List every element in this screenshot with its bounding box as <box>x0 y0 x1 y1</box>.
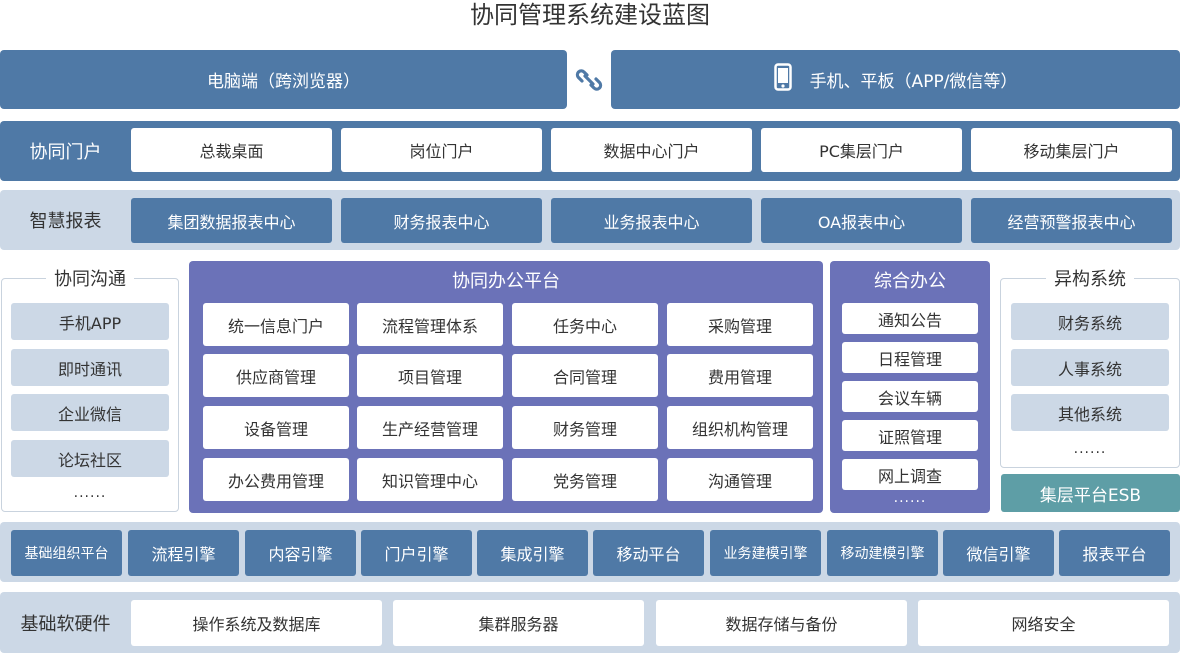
office-item-finance[interactable]: 财务管理 <box>512 406 658 449</box>
office-item-task-center[interactable]: 任务中心 <box>512 303 658 346</box>
office-item-production[interactable]: 生产经营管理 <box>357 406 503 449</box>
report-item-finance[interactable]: 财务报表中心 <box>341 198 542 243</box>
report-item-oa[interactable]: OA报表中心 <box>761 198 962 243</box>
office-item-knowledge[interactable]: 知识管理中心 <box>357 458 503 501</box>
office-item-unified-portal[interactable]: 统一信息门户 <box>203 303 349 346</box>
heterogeneous-title-wrap: 异构系统 <box>1000 265 1180 291</box>
comm-item-wecom[interactable]: 企业微信 <box>11 394 169 431</box>
portal-item-mobile-integrated[interactable]: 移动集层门户 <box>971 128 1172 172</box>
hetero-item-finance[interactable]: 财务系统 <box>1011 303 1169 340</box>
office-item-contract[interactable]: 合同管理 <box>512 354 658 397</box>
portal-item-data-center[interactable]: 数据中心门户 <box>551 128 752 172</box>
general-more: ...... <box>893 490 927 506</box>
link-icon <box>572 64 606 96</box>
pc-endpoint-label: 电脑端（跨浏览器） <box>207 72 360 92</box>
phone-icon <box>773 63 792 96</box>
office-item-party-affairs[interactable]: 党务管理 <box>512 458 658 501</box>
office-platform-title: 协同办公平台 <box>452 271 560 292</box>
hetero-item-other[interactable]: 其他系统 <box>1011 394 1169 431</box>
office-item-supplier[interactable]: 供应商管理 <box>203 354 349 397</box>
general-item-license[interactable]: 证照管理 <box>842 420 978 451</box>
reports-row-label: 智慧报表 <box>29 211 102 232</box>
portal-row-label: 协同门户 <box>29 142 102 163</box>
engine-wechat[interactable]: 微信引擎 <box>943 530 1054 576</box>
office-item-procurement[interactable]: 采购管理 <box>667 303 813 346</box>
engine-mobile-platform[interactable]: 移动平台 <box>593 530 704 576</box>
report-item-group-data[interactable]: 集团数据报表中心 <box>131 198 332 243</box>
general-item-meeting-vehicle[interactable]: 会议车辆 <box>842 381 978 412</box>
engine-process[interactable]: 流程引擎 <box>128 530 239 576</box>
office-item-process-system[interactable]: 流程管理体系 <box>357 303 503 346</box>
engine-basic-org[interactable]: 基础组织平台 <box>11 530 122 576</box>
engine-business-modeling[interactable]: 业务建模引擎 <box>710 530 821 576</box>
general-item-survey[interactable]: 网上调查 <box>842 459 978 490</box>
portal-item-position[interactable]: 岗位门户 <box>341 128 542 172</box>
office-item-equipment[interactable]: 设备管理 <box>203 406 349 449</box>
report-item-business[interactable]: 业务报表中心 <box>551 198 752 243</box>
heterogeneous-title: 异构系统 <box>1046 265 1134 291</box>
infra-item-storage-backup[interactable]: 数据存储与备份 <box>656 600 907 646</box>
engine-content[interactable]: 内容引擎 <box>245 530 356 576</box>
infra-item-network-security[interactable]: 网络安全 <box>918 600 1169 646</box>
engine-integration[interactable]: 集成引擎 <box>477 530 588 576</box>
communication-title-wrap: 协同沟通 <box>0 265 180 291</box>
general-item-schedule[interactable]: 日程管理 <box>842 342 978 373</box>
office-item-office-expense[interactable]: 办公费用管理 <box>203 458 349 501</box>
comm-item-forum[interactable]: 论坛社区 <box>11 440 169 477</box>
infra-item-os-database[interactable]: 操作系统及数据库 <box>131 600 382 646</box>
infra-item-cluster-servers[interactable]: 集群服务器 <box>393 600 644 646</box>
engine-portal[interactable]: 门户引擎 <box>361 530 472 576</box>
engine-mobile-modeling[interactable]: 移动建模引擎 <box>827 530 938 576</box>
general-item-notice[interactable]: 通知公告 <box>842 303 978 334</box>
comm-item-mobile-app[interactable]: 手机APP <box>11 303 169 340</box>
mobile-endpoint-bar: 手机、平板（APP/微信等） <box>611 50 1180 109</box>
comm-more: ...... <box>73 485 107 501</box>
pc-endpoint-bar: 电脑端（跨浏览器） <box>0 50 567 109</box>
page-title: 协同管理系统建设蓝图 <box>470 1 710 29</box>
office-item-organization[interactable]: 组织机构管理 <box>667 406 813 449</box>
portal-item-pc-integrated[interactable]: PC集层门户 <box>761 128 962 172</box>
engine-report-platform[interactable]: 报表平台 <box>1059 530 1170 576</box>
communication-title: 协同沟通 <box>46 265 134 291</box>
comm-item-instant-messaging[interactable]: 即时通讯 <box>11 349 169 386</box>
hetero-item-hr[interactable]: 人事系统 <box>1011 349 1169 386</box>
infrastructure-row-label: 基础软硬件 <box>20 613 111 635</box>
office-item-project[interactable]: 项目管理 <box>357 354 503 397</box>
report-item-operation-alert[interactable]: 经营预警报表中心 <box>971 198 1172 243</box>
esb-platform[interactable]: 集层平台ESB <box>1001 474 1180 512</box>
general-office-title: 综合办公 <box>874 271 946 292</box>
office-item-expense[interactable]: 费用管理 <box>667 354 813 397</box>
portal-item-ceo-desktop[interactable]: 总裁桌面 <box>131 128 332 172</box>
hetero-more: ...... <box>1073 441 1107 457</box>
mobile-endpoint-label: 手机、平板（APP/微信等） <box>809 72 1018 92</box>
office-item-communication[interactable]: 沟通管理 <box>667 458 813 501</box>
